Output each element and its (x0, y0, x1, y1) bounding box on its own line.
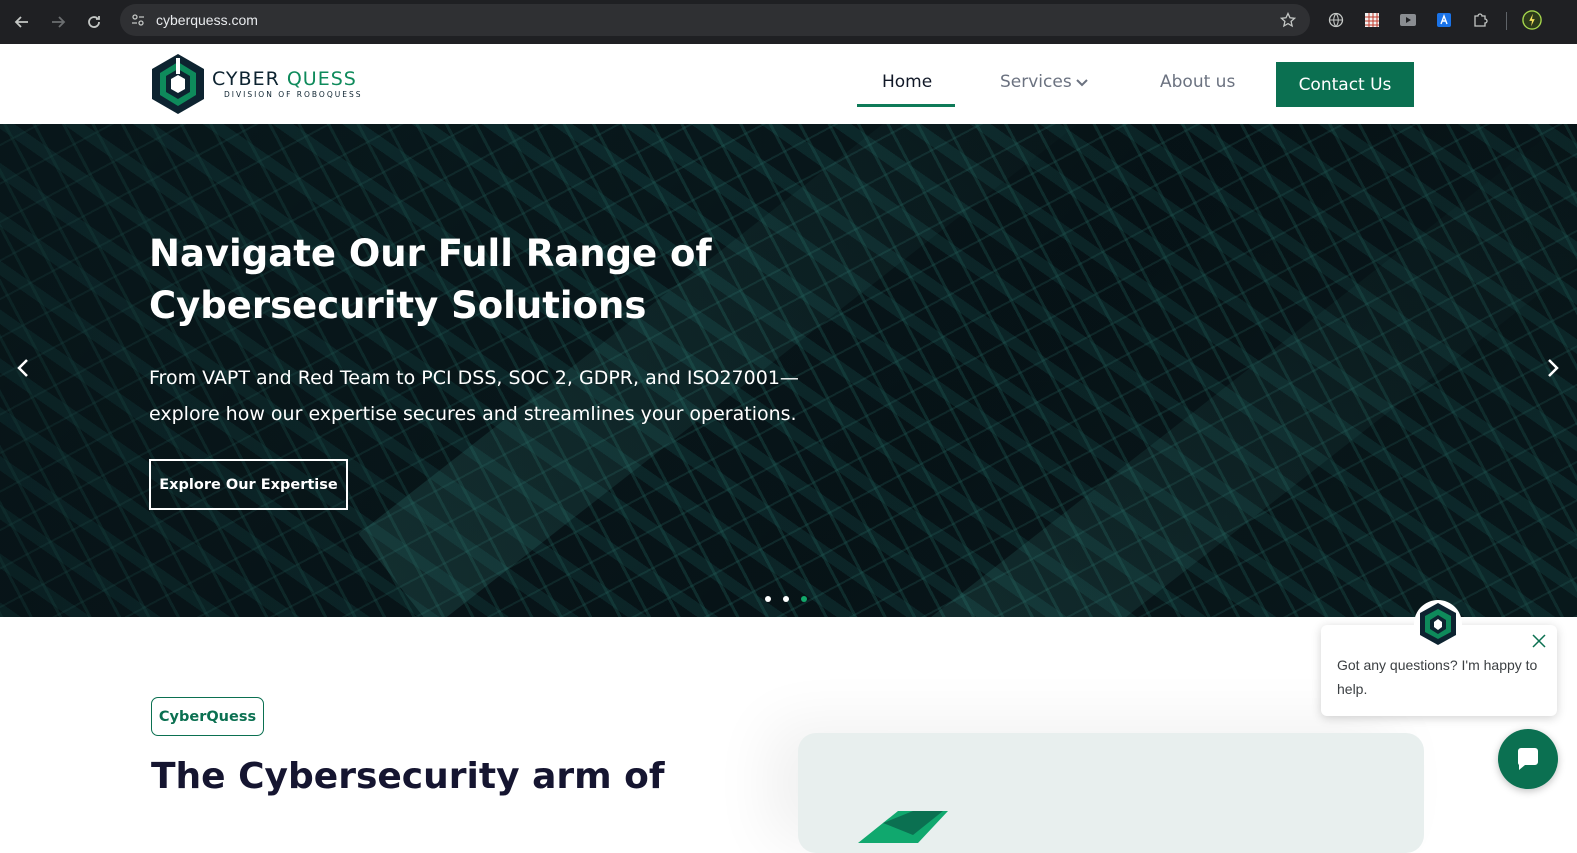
video-extension-icon[interactable] (1398, 10, 1418, 30)
browser-toolbar: cyberquess.com (0, 0, 1577, 44)
chat-greeting-text: Got any questions? I'm happy to help. (1337, 657, 1538, 697)
carousel-next-arrow-icon[interactable] (1540, 356, 1564, 380)
chat-bubble-icon (1518, 748, 1538, 770)
carousel-dot[interactable] (765, 596, 771, 602)
contact-us-button[interactable]: Contact Us (1276, 62, 1414, 107)
logo-wordmark: CYBER QUESS (212, 68, 357, 90)
reload-icon[interactable] (80, 8, 108, 36)
nav-services[interactable]: Services (1000, 72, 1072, 92)
extension-grid-icon[interactable] (1362, 10, 1382, 30)
profile-avatar-icon[interactable] (1522, 10, 1542, 30)
explore-expertise-button[interactable]: Explore Our Expertise (149, 459, 348, 510)
carousel-dot[interactable] (783, 596, 789, 602)
bookmark-star-icon[interactable] (1278, 10, 1298, 30)
translate-extension-icon[interactable] (1434, 10, 1454, 30)
section-tag: CyberQuess (151, 697, 264, 736)
section-title: The Cybersecurity arm of (151, 756, 665, 797)
toolbar-divider (1506, 12, 1507, 30)
hero-title-line: Cybersecurity Solutions (149, 284, 647, 327)
url-text[interactable]: cyberquess.com (156, 12, 258, 28)
hero-title-line: Navigate Our Full Range of (149, 232, 712, 275)
logo-word-quess: QUESS (286, 68, 357, 90)
nav-home-active-indicator (857, 104, 955, 107)
carousel-prev-arrow-icon[interactable] (12, 356, 36, 380)
hero-description: From VAPT and Red Team to PCI DSS, SOC 2… (149, 360, 849, 432)
roboquess-card (798, 733, 1424, 853)
hero-carousel: Navigate Our Full Range of Cybersecurity… (0, 124, 1577, 617)
chat-launcher-button[interactable] (1498, 729, 1558, 789)
carousel-dot-active[interactable] (801, 596, 807, 602)
address-bar[interactable]: cyberquess.com (120, 4, 1310, 36)
extensions-puzzle-icon[interactable] (1470, 10, 1490, 30)
site-settings-icon[interactable] (128, 10, 148, 30)
site-logo[interactable]: CYBER QUESS DIVISION OF ROBOQUESS (150, 52, 363, 116)
logo-hexagon-icon (152, 54, 204, 114)
forward-icon[interactable] (44, 8, 72, 36)
close-icon[interactable] (1531, 633, 1547, 649)
hero-title: Navigate Our Full Range of Cybersecurity… (149, 228, 849, 332)
chat-avatar-icon (1414, 600, 1462, 648)
roboquess-logo-icon (858, 811, 948, 843)
logo-word-cyber: CYBER (212, 68, 280, 90)
hero-description-line: From VAPT and Red Team to PCI DSS, SOC 2… (149, 367, 799, 389)
globe-icon[interactable] (1326, 10, 1346, 30)
logo-subtitle: DIVISION OF ROBOQUESS (224, 90, 363, 99)
chevron-down-icon[interactable] (1075, 76, 1089, 90)
nav-about[interactable]: About us (1160, 72, 1235, 92)
back-icon[interactable] (8, 8, 36, 36)
hero-description-line: explore how our expertise secures and st… (149, 403, 797, 425)
carousel-indicators (765, 596, 807, 602)
nav-home[interactable]: Home (882, 72, 932, 92)
